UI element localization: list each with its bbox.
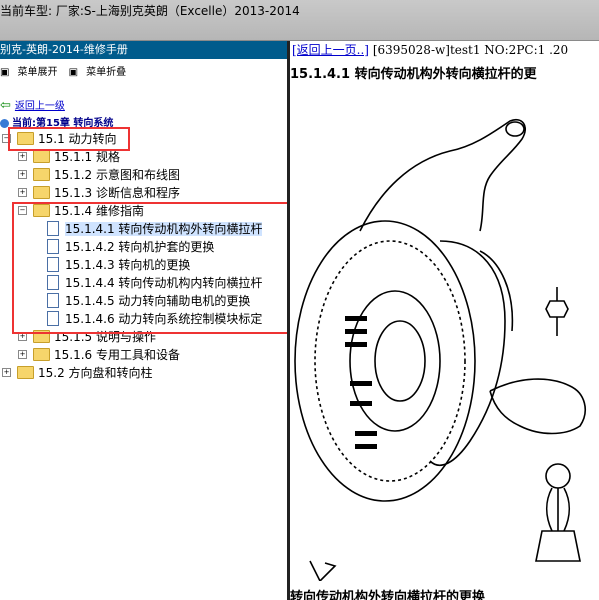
tree-node-label: 15.1.2 示意图和布线图 <box>54 168 180 182</box>
tree-node-label: 15.1.3 诊断信息和程序 <box>54 186 180 200</box>
folder-icon <box>33 348 50 361</box>
folder-icon <box>33 150 50 163</box>
expand-toggle-icon[interactable]: + <box>18 350 27 359</box>
folder-icon <box>17 366 34 379</box>
content-nav: [返回上一页..] [6395028-w]test1 NO:2PC:1 .20 <box>292 41 568 58</box>
tree-node-label: 15.2 方向盘和转向柱 <box>38 366 153 380</box>
menu-expand-button[interactable]: 菜单展开 <box>17 67 57 78</box>
left-panel: 别克-英朗-2014-维修手册 ▣ 菜单展开 ▣ 菜单折叠 ⇦ 返回上一级 当前:第1… <box>0 41 292 600</box>
highlight-box-subsection <box>12 202 292 334</box>
tree-node[interactable]: +15.2 方向盘和转向柱 <box>2 365 153 381</box>
menu-expand-icon[interactable]: ▣ <box>0 67 9 78</box>
document-caption: 转向传动机构外转向横拉杆的更换 <box>290 590 486 600</box>
title-bar: 当前车型: 厂家:S-上海别克英朗（Excelle）2013-2014 <box>0 0 599 41</box>
vehicle-title: 当前车型: 厂家:S-上海别克英朗（Excelle）2013-2014 <box>0 4 300 18</box>
tree-node-label: 15.1.1 规格 <box>54 150 120 164</box>
tree-node[interactable]: +15.1.6 专用工具和设备 <box>18 347 180 363</box>
content-panel: [返回上一页..] [6395028-w]test1 NO:2PC:1 .20 … <box>290 41 599 600</box>
menu-collapse-button[interactable]: 菜单折叠 <box>86 67 126 78</box>
expand-toggle-icon[interactable]: + <box>18 152 27 161</box>
document-heading: 15.1.4.1 转向传动机构外转向横拉杆的更 <box>290 67 537 82</box>
back-page-link[interactable]: [返回上一页..] <box>292 43 369 57</box>
steering-knuckle-illustration <box>294 119 586 581</box>
back-link[interactable]: 返回上一级 <box>15 101 65 112</box>
folder-icon <box>33 186 50 199</box>
back-arrow-icon[interactable]: ⇦ <box>0 98 11 113</box>
expand-toggle-icon[interactable]: + <box>2 368 11 377</box>
highlight-box-section <box>8 127 130 151</box>
tree-node[interactable]: +15.1.1 规格 <box>18 149 120 165</box>
tree-node[interactable]: +15.1.2 示意图和布线图 <box>18 167 180 183</box>
tree-node-label: 15.1.6 专用工具和设备 <box>54 348 180 362</box>
back-row[interactable]: ⇦ 返回上一级 <box>0 97 65 113</box>
expand-toggle-icon[interactable]: + <box>18 170 27 179</box>
folder-icon <box>33 168 50 181</box>
document-info: [6395028-w]test1 NO:2PC:1 .20 <box>369 43 569 57</box>
manual-title: 别克-英朗-2014-维修手册 <box>0 41 287 59</box>
expand-toggle-icon[interactable]: + <box>18 188 27 197</box>
menu-collapse-icon[interactable]: ▣ <box>69 67 78 78</box>
tree-node[interactable]: +15.1.3 诊断信息和程序 <box>18 185 180 201</box>
menu-row: ▣ 菜单展开 ▣ 菜单折叠 <box>0 63 134 78</box>
